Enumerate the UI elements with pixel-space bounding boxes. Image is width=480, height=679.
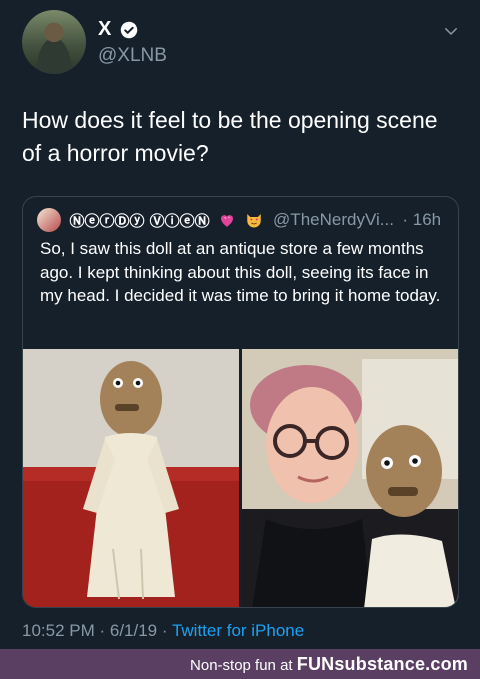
watermark-banner: Non-stop fun at FUNsubstance.com bbox=[0, 649, 480, 679]
heart-eyes-cat-icon bbox=[246, 214, 261, 228]
quoted-avatar[interactable] bbox=[37, 208, 61, 232]
tweet-source-link[interactable]: Twitter for iPhone bbox=[172, 621, 304, 640]
quoted-tweet-text: So, I saw this doll at an antique store … bbox=[40, 239, 441, 305]
tweet-meta: 10:52 PM · 6/1/19 · Twitter for iPhone bbox=[22, 621, 304, 641]
tweet-text: How does it feel to be the opening scene… bbox=[22, 107, 438, 166]
doll-on-couch-illustration bbox=[23, 349, 239, 607]
quoted-tweet-header: ⓃⓔⓡⒹⓨ ⓋⓘⓔⓃ @TheNerdyVi... · 16h bbox=[37, 208, 447, 232]
selfie-illustration bbox=[242, 349, 458, 607]
watermark-brand[interactable]: FUNsubstance.com bbox=[297, 654, 468, 674]
quoted-display-name[interactable]: ⓃⓔⓡⒹⓨ ⓋⓘⓔⓃ bbox=[69, 210, 209, 231]
display-name[interactable]: X bbox=[98, 18, 111, 41]
chevron-down-icon[interactable] bbox=[442, 22, 460, 40]
verified-badge-icon bbox=[120, 21, 138, 38]
selfie-with-doll-photo[interactable] bbox=[242, 349, 458, 607]
doll-on-couch-photo[interactable] bbox=[23, 349, 239, 607]
quoted-handle[interactable]: @TheNerdyVi... bbox=[273, 210, 394, 230]
heart-icon bbox=[221, 215, 234, 227]
author-handle[interactable]: @XLNB bbox=[98, 45, 167, 67]
tweet-header: X @XLNB bbox=[22, 10, 462, 74]
author-names: X @XLNB bbox=[98, 18, 167, 67]
watermark-lead: Non-stop fun at bbox=[190, 657, 297, 674]
tweet: X @XLNB How does it feel to be the openi… bbox=[0, 0, 480, 649]
quoted-tweet[interactable]: ⓃⓔⓡⒹⓨ ⓋⓘⓔⓃ @TheNerdyVi... · 16h So, I sa… bbox=[22, 196, 459, 608]
avatar[interactable] bbox=[22, 10, 86, 74]
watermark-text: Non-stop fun at FUNsubstance.com bbox=[190, 654, 468, 675]
tweet-timestamp[interactable]: 10:52 PM · 6/1/19 · bbox=[22, 621, 172, 640]
quoted-time[interactable]: · 16h bbox=[402, 210, 441, 230]
